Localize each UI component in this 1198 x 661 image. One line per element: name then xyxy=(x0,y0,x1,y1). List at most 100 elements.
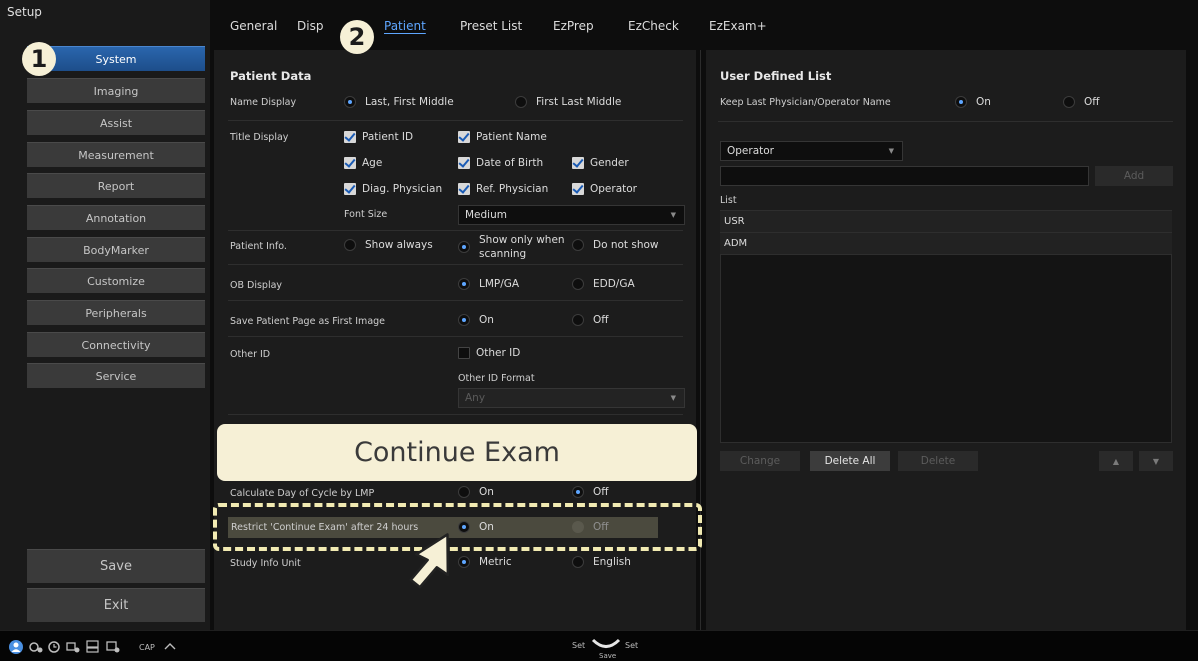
radio-empty-icon xyxy=(572,278,584,290)
change-button[interactable]: Change xyxy=(720,451,800,471)
ob-display-edd-ga-radio[interactable]: EDD/GA xyxy=(572,278,635,290)
set-right-label: Set xyxy=(625,641,639,650)
other-id-format-select[interactable]: Any ▼ xyxy=(458,388,685,408)
sidebar-item-peripherals[interactable]: Peripherals xyxy=(27,300,205,325)
storage-icon xyxy=(86,640,99,653)
keep-last-name-off-radio[interactable]: Off xyxy=(1063,96,1100,108)
patient-info-do-not-show-radio[interactable]: Do not show xyxy=(572,239,659,251)
sidebar-item-report[interactable]: Report xyxy=(27,173,205,198)
patient-info-show-when-scanning-radio[interactable]: Show only when scanning xyxy=(458,233,565,261)
checkbox-checked-icon xyxy=(572,157,584,169)
other-id-checkbox[interactable]: Other ID xyxy=(458,347,520,359)
new-entry-input[interactable] xyxy=(720,166,1089,186)
name-display-first-last-radio[interactable]: First Last Middle xyxy=(515,96,621,108)
name-display-label: Name Display xyxy=(230,97,297,108)
patient-id-checkbox[interactable]: Patient ID xyxy=(344,131,413,143)
patient-info-label: Patient Info. xyxy=(230,241,287,252)
sidebar-item-imaging[interactable]: Imaging xyxy=(27,78,205,103)
keep-last-name-on-radio[interactable]: On xyxy=(955,96,991,108)
date-of-birth-checkbox[interactable]: Date of Birth xyxy=(458,157,543,169)
radio-selected-icon xyxy=(458,278,470,290)
add-button[interactable]: Add xyxy=(1095,166,1173,186)
calc-day-of-cycle-label: Calculate Day of Cycle by LMP xyxy=(230,488,375,499)
tab-ezcheck[interactable]: EzCheck xyxy=(628,19,679,33)
tab-display[interactable]: Disp xyxy=(297,19,323,33)
step-badge-one: 1 xyxy=(22,42,56,76)
operator-checkbox[interactable]: Operator xyxy=(572,183,637,195)
tab-ezprep[interactable]: EzPrep xyxy=(553,19,594,33)
pointer-cursor-icon xyxy=(409,533,450,589)
user-icon xyxy=(9,640,23,654)
checkbox-checked-icon xyxy=(344,157,356,169)
sidebar-item-connectivity[interactable]: Connectivity xyxy=(27,332,205,357)
move-up-button[interactable]: ▲ xyxy=(1099,451,1133,471)
calc-day-of-cycle-off-radio[interactable]: Off xyxy=(572,486,609,498)
save-small-label: Save xyxy=(599,652,617,660)
ob-display-lmp-ga-radio[interactable]: LMP/GA xyxy=(458,278,519,290)
delete-button[interactable]: Delete xyxy=(898,451,978,471)
radio-empty-icon xyxy=(344,239,356,251)
sidebar-item-measurement[interactable]: Measurement xyxy=(27,142,205,167)
name-display-last-first-radio[interactable]: Last, First Middle xyxy=(344,96,454,108)
sidebar-item-assist[interactable]: Assist xyxy=(27,110,205,135)
checkbox-checked-icon xyxy=(458,131,470,143)
checkbox-checked-icon xyxy=(458,157,470,169)
age-checkbox[interactable]: Age xyxy=(344,157,382,169)
sidebar-item-bodymarker[interactable]: BodyMarker xyxy=(27,237,205,262)
step-badge-two: 2 xyxy=(340,20,374,54)
save-button[interactable]: Save xyxy=(27,549,205,583)
calc-day-of-cycle-on-radio[interactable]: On xyxy=(458,486,494,498)
study-info-unit-english-radio[interactable]: English xyxy=(572,556,631,568)
chevron-up-icon[interactable] xyxy=(164,642,176,650)
list-item[interactable]: ADM xyxy=(720,233,1172,255)
study-info-unit-metric-radio[interactable]: Metric xyxy=(458,556,512,568)
list-item[interactable]: USR xyxy=(720,211,1172,233)
sidebar-item-annotation[interactable]: Annotation xyxy=(27,205,205,230)
patient-name-checkbox[interactable]: Patient Name xyxy=(458,131,547,143)
sidebar-item-service[interactable]: Service xyxy=(27,363,205,388)
set-left-label: Set xyxy=(572,641,586,650)
exit-button[interactable]: Exit xyxy=(27,588,205,622)
patient-data-heading: Patient Data xyxy=(230,69,312,83)
font-size-label: Font Size xyxy=(344,209,388,220)
chevron-down-icon: ▼ xyxy=(670,394,676,402)
radio-selected-icon xyxy=(458,241,470,253)
ref-physician-checkbox[interactable]: Ref. Physician xyxy=(458,183,548,195)
save-first-image-on-radio[interactable]: On xyxy=(458,314,494,326)
list-category-select[interactable]: Operator ▼ xyxy=(720,141,903,161)
radio-selected-icon xyxy=(458,314,470,326)
radio-empty-icon xyxy=(458,486,470,498)
patient-info-show-always-radio[interactable]: Show always xyxy=(344,239,433,251)
radio-selected-icon xyxy=(344,96,356,108)
study-info-unit-label: Study Info Unit xyxy=(230,558,301,569)
row-divider xyxy=(228,336,683,337)
network-disconnected-icon xyxy=(29,642,43,653)
radio-selected-icon xyxy=(955,96,967,108)
keep-last-name-label: Keep Last Physician/Operator Name xyxy=(720,97,891,108)
radio-empty-icon xyxy=(1063,96,1075,108)
checkbox-checked-icon xyxy=(344,131,356,143)
checkbox-checked-icon xyxy=(344,183,356,195)
radio-empty-icon xyxy=(572,314,584,326)
tab-general[interactable]: General xyxy=(230,19,277,33)
other-id-label: Other ID xyxy=(230,349,271,360)
radio-empty-icon xyxy=(572,556,584,568)
checkbox-checked-icon xyxy=(572,183,584,195)
list-label: List xyxy=(720,195,737,206)
font-size-select[interactable]: Medium ▼ xyxy=(458,205,685,225)
tab-ezexam-plus[interactable]: EzExam+ xyxy=(709,19,767,33)
diag-physician-checkbox[interactable]: Diag. Physician xyxy=(344,183,442,195)
sidebar-item-customize[interactable]: Customize xyxy=(27,268,205,293)
gender-checkbox[interactable]: Gender xyxy=(572,157,629,169)
row-divider xyxy=(228,264,683,265)
row-divider xyxy=(228,300,683,301)
row-divider xyxy=(228,120,683,121)
row-divider xyxy=(228,230,683,231)
tab-preset-list[interactable]: Preset List xyxy=(460,19,522,33)
title-display-label: Title Display xyxy=(230,132,289,143)
user-defined-list-heading: User Defined List xyxy=(720,69,832,83)
save-first-image-off-radio[interactable]: Off xyxy=(572,314,609,326)
move-down-button[interactable]: ▼ xyxy=(1139,451,1173,471)
delete-all-button[interactable]: Delete All xyxy=(810,451,890,471)
tab-patient[interactable]: Patient xyxy=(384,19,426,33)
